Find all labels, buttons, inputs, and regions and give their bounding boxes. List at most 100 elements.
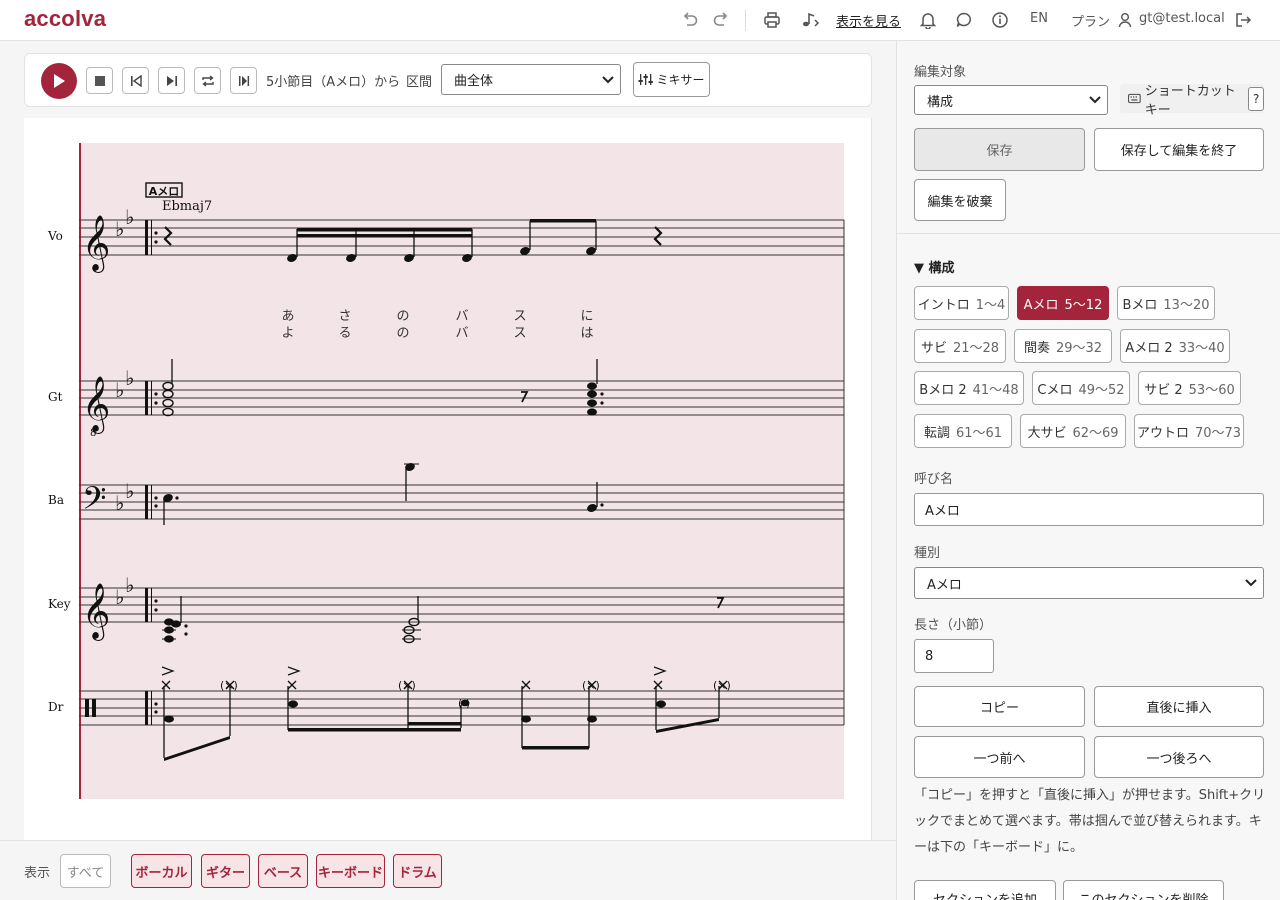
info-icon[interactable] <box>990 10 1010 30</box>
playhead-line <box>79 143 81 799</box>
notification-bell-icon[interactable] <box>918 10 938 30</box>
skip-back-icon <box>130 74 142 87</box>
shortcut-keys-button[interactable]: ショートカットキー ? <box>1120 84 1264 118</box>
chevron-down-icon <box>602 75 614 83</box>
section-chip-a-melo[interactable]: Aメロ 5〜12 <box>1017 286 1109 320</box>
print-icon[interactable] <box>762 10 782 30</box>
stop-button[interactable] <box>86 67 113 94</box>
edit-target-select[interactable]: 構成 <box>914 85 1108 115</box>
range-select-value: 曲全体 <box>454 74 494 89</box>
score-pane: 5小節目（Aメロ）から 区間 曲全体 ミキサー Aメロ Ebmaj7 Vo Gt… <box>0 41 896 900</box>
user-icon <box>1117 10 1133 30</box>
app-logo[interactable]: accolva <box>24 6 106 32</box>
filter-label: 表示 <box>24 866 51 881</box>
view-link[interactable]: 表示を見る <box>836 11 901 30</box>
editor-help-text: 「コピー」を押すと「直後に挿入」が押せます。Shift+クリックでまとめて選べま… <box>914 788 1266 855</box>
chat-bubble-icon[interactable] <box>954 10 974 30</box>
svg-text:よ: よ <box>281 326 294 341</box>
section-chip-b-melo-2[interactable]: Bメロ 2 41〜48 <box>914 371 1024 405</box>
save-button[interactable]: 保存 <box>914 128 1085 171</box>
stop-icon <box>94 75 105 86</box>
part-label-drums: Dr <box>48 700 64 714</box>
section-chip-interlude[interactable]: 間奏 29〜32 <box>1014 329 1112 363</box>
chevron-down-icon <box>1089 96 1101 104</box>
move-previous-button[interactable]: 一つ前へ <box>914 736 1085 778</box>
add-section-button[interactable]: セクションを追加 <box>914 880 1056 900</box>
section-kind-label: 種別 <box>914 546 941 561</box>
play-button[interactable] <box>41 63 77 99</box>
svg-text:に: に <box>580 309 593 324</box>
transport-bar: 5小節目（Aメロ）から 区間 曲全体 ミキサー <box>24 53 872 107</box>
section-chip-sabi[interactable]: サビ 21〜28 <box>914 329 1006 363</box>
prev-measure-button[interactable] <box>122 67 149 94</box>
treble-clef-icon: 𝄞 <box>82 215 110 273</box>
copy-section-button[interactable]: コピー <box>914 686 1085 727</box>
save-and-exit-button[interactable]: 保存して編集を終了 <box>1094 128 1264 171</box>
delete-section-button[interactable]: このセクションを削除 <box>1063 880 1224 900</box>
filter-bass-chip[interactable]: ベース <box>258 854 308 888</box>
loop-icon <box>201 74 214 87</box>
filter-vocal-chip[interactable]: ボーカル <box>131 854 192 888</box>
score-notation[interactable]: Aメロ Ebmaj7 Vo Gt Ba Key Dr 𝄞 𝄞 8 𝄢 𝄞 ♭ ♭… <box>24 118 872 840</box>
score-sheet: Aメロ Ebmaj7 Vo Gt Ba Key Dr 𝄞 𝄞 8 𝄢 𝄞 ♭ ♭… <box>24 118 872 840</box>
svg-text:ス: ス <box>513 326 526 341</box>
svg-text:♭: ♭ <box>115 217 124 241</box>
section-chip-c-melo[interactable]: Cメロ 49〜52 <box>1032 371 1130 405</box>
shortcut-keys-label: ショートカットキー <box>1144 83 1236 118</box>
move-next-button[interactable]: 一つ後ろへ <box>1094 736 1264 778</box>
filter-drums-chip[interactable]: ドラム <box>393 854 442 888</box>
svg-text:♭: ♭ <box>125 479 134 503</box>
mixer-button[interactable]: ミキサー <box>633 62 710 97</box>
edit-target-value: 構成 <box>927 94 954 110</box>
section-chip-sabi-2[interactable]: サビ 2 53〜60 <box>1138 371 1241 405</box>
jump-end-button[interactable] <box>230 67 257 94</box>
part-label-bass: Ba <box>48 493 64 507</box>
section-length-label: 長さ（小節） <box>914 618 993 633</box>
range-select[interactable]: 曲全体 <box>441 64 621 95</box>
ghost-note-label: (×) <box>582 679 600 692</box>
section-kind-select[interactable]: Aメロ <box>914 567 1264 599</box>
filter-all-chip[interactable]: すべて <box>60 854 111 888</box>
svg-text:の: の <box>396 309 409 324</box>
language-toggle[interactable]: EN <box>1030 11 1048 26</box>
user-email[interactable]: gt@test.local <box>1139 11 1225 26</box>
next-measure-button[interactable] <box>158 67 185 94</box>
filter-guitar-chip[interactable]: ギター <box>201 854 250 888</box>
treble-clef-icon: 𝄞 <box>82 583 110 641</box>
svg-text:♭: ♭ <box>125 205 134 229</box>
section-chip-b-melo[interactable]: Bメロ 13〜20 <box>1117 286 1215 320</box>
shortcut-help-button[interactable]: ? <box>1248 86 1264 111</box>
section-length-input[interactable]: 8 <box>914 639 994 673</box>
jump-end-icon <box>238 75 249 86</box>
section-chip-intro[interactable]: イントロ 1〜4 <box>914 286 1009 320</box>
structure-section-toggle[interactable]: ▼ 構成 <box>914 257 955 276</box>
editor-panel: 編集対象 構成 ショートカットキー ? 保存 保存して編集を終了 編集を破棄 ▼… <box>896 41 1280 900</box>
svg-text:♭: ♭ <box>125 366 134 390</box>
section-kind-value: Aメロ <box>927 577 962 593</box>
svg-text:♭: ♭ <box>125 573 134 597</box>
plan-link[interactable]: プラン <box>1071 11 1110 30</box>
part-label-guitar: Gt <box>48 390 63 404</box>
undo-icon[interactable] <box>680 10 700 30</box>
section-name-input[interactable]: Aメロ <box>914 493 1264 526</box>
svg-text:の: の <box>396 326 409 341</box>
svg-text:♭: ♭ <box>115 378 124 402</box>
logout-icon[interactable] <box>1233 10 1253 30</box>
svg-text:バ: バ <box>455 326 468 341</box>
edit-target-label: 編集対象 <box>914 65 967 80</box>
music-view-icon[interactable] <box>801 10 821 30</box>
section-chip-outro[interactable]: アウトロ 70〜73 <box>1134 414 1244 448</box>
discard-edits-button[interactable]: 編集を破棄 <box>914 179 1006 221</box>
chord-symbol: Ebmaj7 <box>162 199 212 214</box>
loop-button[interactable] <box>194 67 221 94</box>
section-chip-modulation[interactable]: 転調 61〜61 <box>914 414 1012 448</box>
range-label: 区間 <box>406 75 433 90</box>
section-chip-a-melo-2[interactable]: Aメロ 2 33〜40 <box>1120 329 1230 363</box>
bass-clef-icon: 𝄢 <box>82 480 106 524</box>
insert-after-button[interactable]: 直後に挿入 <box>1094 686 1264 727</box>
redo-icon[interactable] <box>711 10 731 30</box>
section-chip-big-sabi[interactable]: 大サビ 62〜69 <box>1020 414 1126 448</box>
header-divider <box>745 10 746 31</box>
play-icon <box>54 74 65 88</box>
filter-keyboard-chip[interactable]: キーボード <box>316 854 385 888</box>
